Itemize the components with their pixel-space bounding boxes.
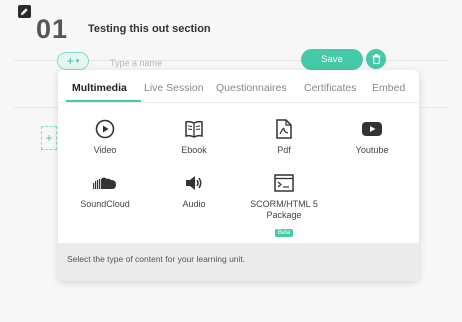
- youtube-icon: [332, 118, 412, 140]
- play-circle-icon: [65, 118, 145, 140]
- edit-icon[interactable]: [18, 5, 31, 18]
- tab-certificates[interactable]: Certificates: [304, 82, 357, 94]
- tab-multimedia[interactable]: Multimedia: [72, 82, 127, 94]
- tabs-divider: [58, 102, 419, 103]
- add-content-button[interactable]: + ▾: [57, 52, 89, 70]
- delete-button[interactable]: [366, 49, 386, 69]
- scorm-icon: [239, 172, 329, 194]
- content-type-picker: Multimedia Live Session Questionnaires C…: [58, 70, 419, 281]
- content-type-label: Pdf: [277, 145, 291, 155]
- picker-footer: Select the type of content for your lear…: [58, 243, 419, 281]
- content-type-label: Ebook: [181, 145, 207, 155]
- content-type-audio[interactable]: Audio: [154, 172, 234, 210]
- tab-embed[interactable]: Embed: [372, 82, 405, 94]
- content-type-label: SCORM/HTML 5 Package: [250, 199, 318, 220]
- tab-live-session[interactable]: Live Session: [144, 82, 204, 94]
- content-type-tabs: Multimedia Live Session Questionnaires C…: [58, 82, 419, 102]
- footer-hint: Select the type of content for your lear…: [67, 254, 246, 264]
- content-type-youtube[interactable]: Youtube: [332, 118, 412, 156]
- caret-down-icon: ▾: [75, 58, 80, 65]
- soundcloud-icon: [65, 172, 145, 194]
- content-type-video[interactable]: Video: [65, 118, 145, 156]
- content-type-label: SoundCloud: [80, 199, 130, 209]
- section-number: 01: [36, 14, 69, 44]
- content-type-scorm[interactable]: SCORM/HTML 5 Package Beta: [239, 172, 329, 239]
- plus-icon: +: [66, 54, 74, 68]
- content-type-pdf[interactable]: Pdf: [244, 118, 324, 156]
- content-type-label: Youtube: [355, 145, 389, 155]
- content-type-soundcloud[interactable]: SoundCloud: [65, 172, 145, 210]
- content-type-label: Audio: [182, 199, 206, 209]
- tab-questionnaires[interactable]: Questionnaires: [216, 82, 287, 94]
- plus-icon: +: [45, 131, 53, 145]
- name-input[interactable]: [110, 56, 290, 70]
- add-unit-button[interactable]: +: [41, 126, 57, 150]
- content-type-ebook[interactable]: Ebook: [154, 118, 234, 156]
- trash-icon: [372, 54, 380, 64]
- beta-badge: Beta: [274, 229, 294, 237]
- pdf-icon: [244, 118, 324, 140]
- speaker-icon: [154, 172, 234, 194]
- book-icon: [154, 118, 234, 140]
- content-type-label: Video: [93, 145, 117, 155]
- section-title: Testing this out section: [88, 23, 211, 35]
- save-button[interactable]: Save: [301, 49, 363, 70]
